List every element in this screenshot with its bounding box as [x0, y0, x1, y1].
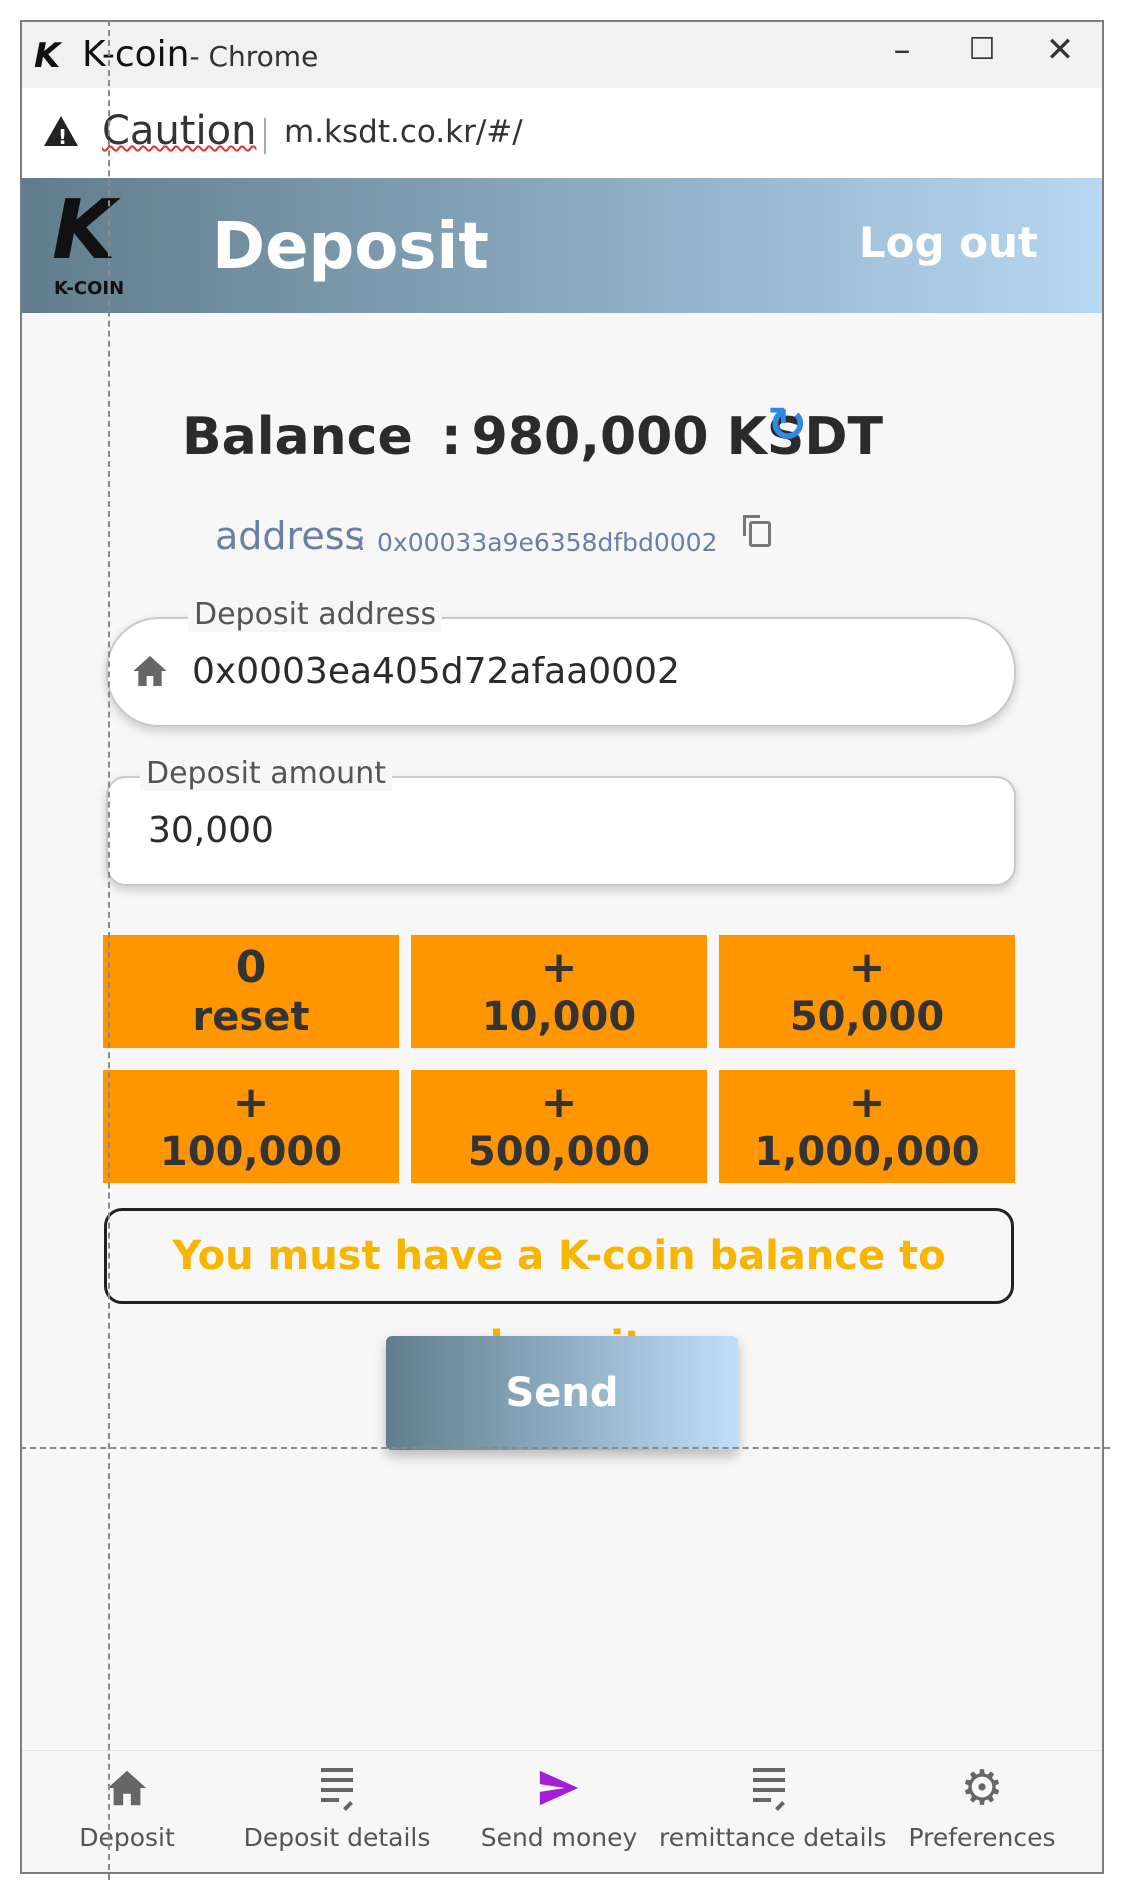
nav-item-send-money[interactable]: Send money [449, 1761, 669, 1852]
balance-separator: : [440, 407, 462, 467]
balance-label: Balance [182, 407, 413, 467]
send-button[interactable]: Send [386, 1336, 738, 1450]
copy-icon[interactable] [743, 515, 771, 547]
address-bar[interactable]: ! Caution m.ksdt.co.kr/#/ [22, 88, 1102, 179]
deposit-warning-message: You must have a K-coin balance to deposi… [104, 1208, 1014, 1369]
list-icon [321, 1766, 353, 1811]
security-status[interactable]: Caution [102, 108, 256, 154]
add-10000-button[interactable]: + 10,000 [411, 935, 707, 1048]
window-titlebar: K K-coin- Chrome – ☐ ✕ [22, 22, 1102, 88]
nav-label: Deposit [79, 1823, 175, 1852]
k-coin-logo-text: K-COIN [54, 278, 125, 299]
guide-line-horizontal [20, 1447, 1110, 1449]
nav-item-deposit[interactable]: Deposit [22, 1761, 237, 1852]
browser-window: K K-coin- Chrome – ☐ ✕ ! Caution m.ksdt.… [20, 20, 1104, 1874]
deposit-amount-input[interactable]: 30,000 [148, 810, 274, 851]
logout-button[interactable]: Log out [859, 218, 1038, 267]
nav-label: Send money [480, 1823, 638, 1852]
warning-mark: ! [58, 125, 68, 149]
window-title: K-coin- Chrome [82, 34, 319, 75]
deposit-amount-label: Deposit amount [140, 756, 392, 791]
quick-button-label: 500,000 [467, 1128, 651, 1175]
nav-label: remittance details [659, 1823, 887, 1852]
app-header: K K-COIN Deposit Log out [22, 178, 1102, 313]
deposit-amount-field[interactable]: Deposit amount 30,000 [106, 756, 1016, 886]
wallet-address-label: address [215, 514, 365, 558]
nav-label: Preferences [908, 1823, 1056, 1852]
quick-button-top: + [232, 1077, 270, 1129]
quick-button-top: + [848, 1077, 886, 1129]
add-50000-button[interactable]: + 50,000 [719, 935, 1015, 1048]
home-icon [133, 656, 167, 686]
add-1000000-button[interactable]: + 1,000,000 [719, 1070, 1015, 1183]
bottom-navigation: Deposit Deposit details Send money remit… [22, 1750, 1102, 1872]
reset-button[interactable]: 0 reset [103, 935, 399, 1048]
quick-button-top: + [540, 942, 578, 994]
nav-item-preferences[interactable]: ⚙ Preferences [872, 1760, 1092, 1852]
guide-line-vertical [108, 20, 110, 1880]
quick-button-label: 10,000 [481, 993, 637, 1040]
refresh-icon[interactable]: ↻ [767, 397, 807, 453]
nav-item-remittance-details[interactable]: remittance details [659, 1761, 887, 1852]
quick-button-top: 0 [235, 942, 267, 994]
maximize-button[interactable]: ☐ [952, 32, 1012, 67]
quick-button-label: reset [192, 993, 310, 1040]
address-divider [264, 118, 266, 154]
close-button[interactable]: ✕ [1030, 30, 1090, 70]
add-500000-button[interactable]: + 500,000 [411, 1070, 707, 1183]
minimize-button[interactable]: – [872, 30, 932, 70]
quick-button-top: + [848, 942, 886, 994]
quick-button-label: 1,000,000 [754, 1128, 980, 1175]
quick-button-label: 50,000 [789, 993, 945, 1040]
list-icon [753, 1766, 785, 1811]
quick-button-top: + [540, 1077, 578, 1129]
quick-amount-buttons: 0 reset + 10,000 + 50,000 + 100,000 + 50… [103, 935, 1015, 1183]
add-100000-button[interactable]: + 100,000 [103, 1070, 399, 1183]
wallet-address-separator: : [357, 527, 366, 557]
balance-value: 980,000 KSDT [471, 407, 883, 467]
k-logo-icon: K [34, 36, 61, 76]
gear-icon: ⚙ [960, 1760, 1004, 1816]
quick-button-label: 100,000 [159, 1128, 343, 1175]
deposit-address-input[interactable]: 0x0003ea405d72afaa0002 [192, 651, 680, 692]
wallet-address-value: 0x00033a9e6358dfbd0002 [377, 528, 718, 557]
page-title: Deposit [212, 210, 489, 284]
send-icon [539, 1770, 579, 1806]
url-text[interactable]: m.ksdt.co.kr/#/ [284, 114, 523, 150]
k-coin-logo: K [52, 183, 116, 278]
deposit-address-label: Deposit address [188, 597, 443, 632]
nav-item-deposit-details[interactable]: Deposit details [227, 1761, 447, 1852]
nav-label: Deposit details [243, 1823, 431, 1852]
deposit-address-field[interactable]: Deposit address 0x0003ea405d72afaa0002 [106, 597, 1016, 727]
home-icon [107, 1770, 147, 1806]
